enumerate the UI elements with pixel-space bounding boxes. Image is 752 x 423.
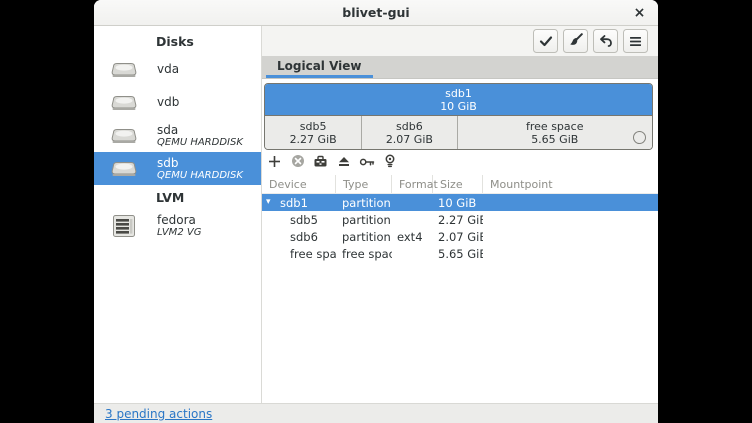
viz-partition-sdb6[interactable]: sdb62.07 GiB (361, 116, 456, 149)
window-title: blivet-gui (342, 5, 409, 20)
cell-size: 5.65 GiB (433, 247, 483, 261)
disk-icon (107, 60, 140, 79)
close-button[interactable]: × (629, 2, 650, 23)
brush-icon (569, 32, 583, 51)
cell-device: ▾sdb1 (262, 196, 336, 210)
viz-partition-name: sdb1 (445, 87, 472, 100)
table-row-sdb1[interactable]: ▾sdb1partition 10 GiB (262, 194, 658, 211)
cell-format: ext4 (392, 230, 433, 244)
pending-actions-link[interactable]: 3 pending actions (105, 407, 212, 421)
column-header-mountpoint[interactable]: Mountpoint (483, 175, 658, 193)
sidebar-section-disks: Disks (94, 29, 261, 53)
column-header-device[interactable]: Device (262, 175, 336, 193)
disk-visualization: sdb1 10 GiB sdb52.27 GiBsdb62.07 GiBfree… (264, 83, 653, 150)
add-partition-button[interactable] (267, 155, 282, 171)
expander-icon[interactable]: ▾ (266, 198, 276, 207)
lvm-icon (107, 213, 140, 239)
process-actions-button[interactable] (533, 29, 558, 53)
statusbar: 3 pending actions (94, 403, 658, 423)
tab-strip: Logical View (262, 56, 658, 79)
viz-partition-name: sdb5 (300, 120, 327, 133)
sidebar-item-vdb[interactable]: vdb (94, 86, 261, 119)
unmount-button[interactable] (336, 155, 351, 171)
sidebar-item-sdb[interactable]: sdbQEMU HARDDISK (94, 152, 261, 185)
viz-partition-name: sdb6 (396, 120, 423, 133)
device-name: sdb (157, 157, 243, 170)
table-row-sdb6[interactable]: sdb6partitionext42.07 GiB (262, 228, 658, 245)
sidebar-item-vda[interactable]: vda (94, 53, 261, 86)
header-toolbar (262, 26, 658, 56)
device-model: QEMU HARDDISK (157, 170, 243, 181)
cell-type: partition (336, 196, 392, 210)
remove-icon (291, 153, 305, 172)
device-name: vdb (157, 96, 179, 109)
edit-partition-button[interactable] (313, 155, 328, 171)
viz-partition-size: 10 GiB (440, 100, 477, 113)
menu-button[interactable] (623, 29, 648, 53)
blivet-gui-window: blivet-gui × DisksvdavdbsdaQEMU HARDDISK… (94, 0, 658, 423)
undo-button[interactable] (593, 29, 618, 53)
toolbox-icon (313, 153, 328, 172)
device-name: fedora (157, 214, 201, 227)
cell-size: 2.27 GiB (433, 213, 483, 227)
partition-radio[interactable] (633, 131, 646, 144)
key-icon (359, 153, 375, 172)
cell-type: free space (336, 247, 392, 261)
device-model: QEMU HARDDISK (157, 137, 243, 148)
viz-partition-size: 2.27 GiB (290, 133, 337, 146)
cell-device: free space (262, 247, 336, 261)
table-header: DeviceTypeFormatSizeMountpoint (262, 175, 658, 194)
lamp-icon (384, 153, 396, 172)
sidebar-section-lvm: LVM (94, 185, 261, 209)
viz-partition-size: 5.65 GiB (531, 133, 578, 146)
cell-device: sdb5 (262, 213, 336, 227)
column-header-size[interactable]: Size (433, 175, 483, 193)
titlebar: blivet-gui × (94, 0, 658, 26)
cell-device: sdb6 (262, 230, 336, 244)
device-model: LVM2 VG (157, 227, 201, 238)
viz-partition-name: free space (526, 120, 583, 133)
partition-info-button[interactable] (382, 155, 397, 171)
clear-actions-button[interactable] (563, 29, 588, 53)
cell-type: partition (336, 213, 392, 227)
cell-size: 2.07 GiB (433, 230, 483, 244)
tab-logical-view[interactable]: Logical View (266, 56, 373, 78)
eject-icon (337, 153, 351, 172)
device-name: vda (157, 63, 179, 76)
disk-icon (107, 93, 140, 112)
device-name: sda (157, 124, 243, 137)
partition-actionbar (262, 150, 658, 175)
remove-partition-button[interactable] (290, 155, 305, 171)
viz-partition-size: 2.07 GiB (386, 133, 433, 146)
disk-visualization-children: sdb52.27 GiBsdb62.07 GiBfree space5.65 G… (265, 115, 652, 149)
device-content: sdb1 10 GiB sdb52.27 GiBsdb62.07 GiBfree… (262, 79, 658, 403)
table-body: ▾sdb1partition10 GiBsdb5partition2.27 Gi… (262, 194, 658, 262)
window-body: DisksvdavdbsdaQEMU HARDDISKsdbQEMU HARDD… (94, 26, 658, 403)
sidebar-item-fedora[interactable]: fedoraLVM2 VG (94, 209, 261, 242)
add-icon (268, 153, 281, 172)
check-icon (539, 32, 553, 51)
column-header-format[interactable]: Format (392, 175, 433, 193)
cell-type: partition (336, 230, 392, 244)
main-panel: Logical View sdb1 10 GiB sdb52.27 GiBsdb… (262, 26, 658, 403)
tab-label: Logical View (277, 59, 362, 73)
disk-icon (107, 126, 140, 145)
table-row-free-space[interactable]: free spacefree space 5.65 GiB (262, 245, 658, 262)
viz-partition-sdb5[interactable]: sdb52.27 GiB (265, 116, 361, 149)
sidebar-item-sda[interactable]: sdaQEMU HARDDISK (94, 119, 261, 152)
cell-size: 10 GiB (433, 196, 483, 210)
column-header-type[interactable]: Type (336, 175, 392, 193)
decrypt-button[interactable] (359, 155, 374, 171)
sidebar-list: DisksvdavdbsdaQEMU HARDDISKsdbQEMU HARDD… (94, 26, 262, 403)
undo-icon (599, 32, 613, 51)
viz-partition-free-space[interactable]: free space5.65 GiB (457, 116, 652, 149)
viz-partition-sdb1[interactable]: sdb1 10 GiB (265, 84, 652, 115)
disk-icon (107, 159, 140, 178)
table-row-sdb5[interactable]: sdb5partition 2.27 GiB (262, 211, 658, 228)
menu-icon (629, 32, 642, 51)
